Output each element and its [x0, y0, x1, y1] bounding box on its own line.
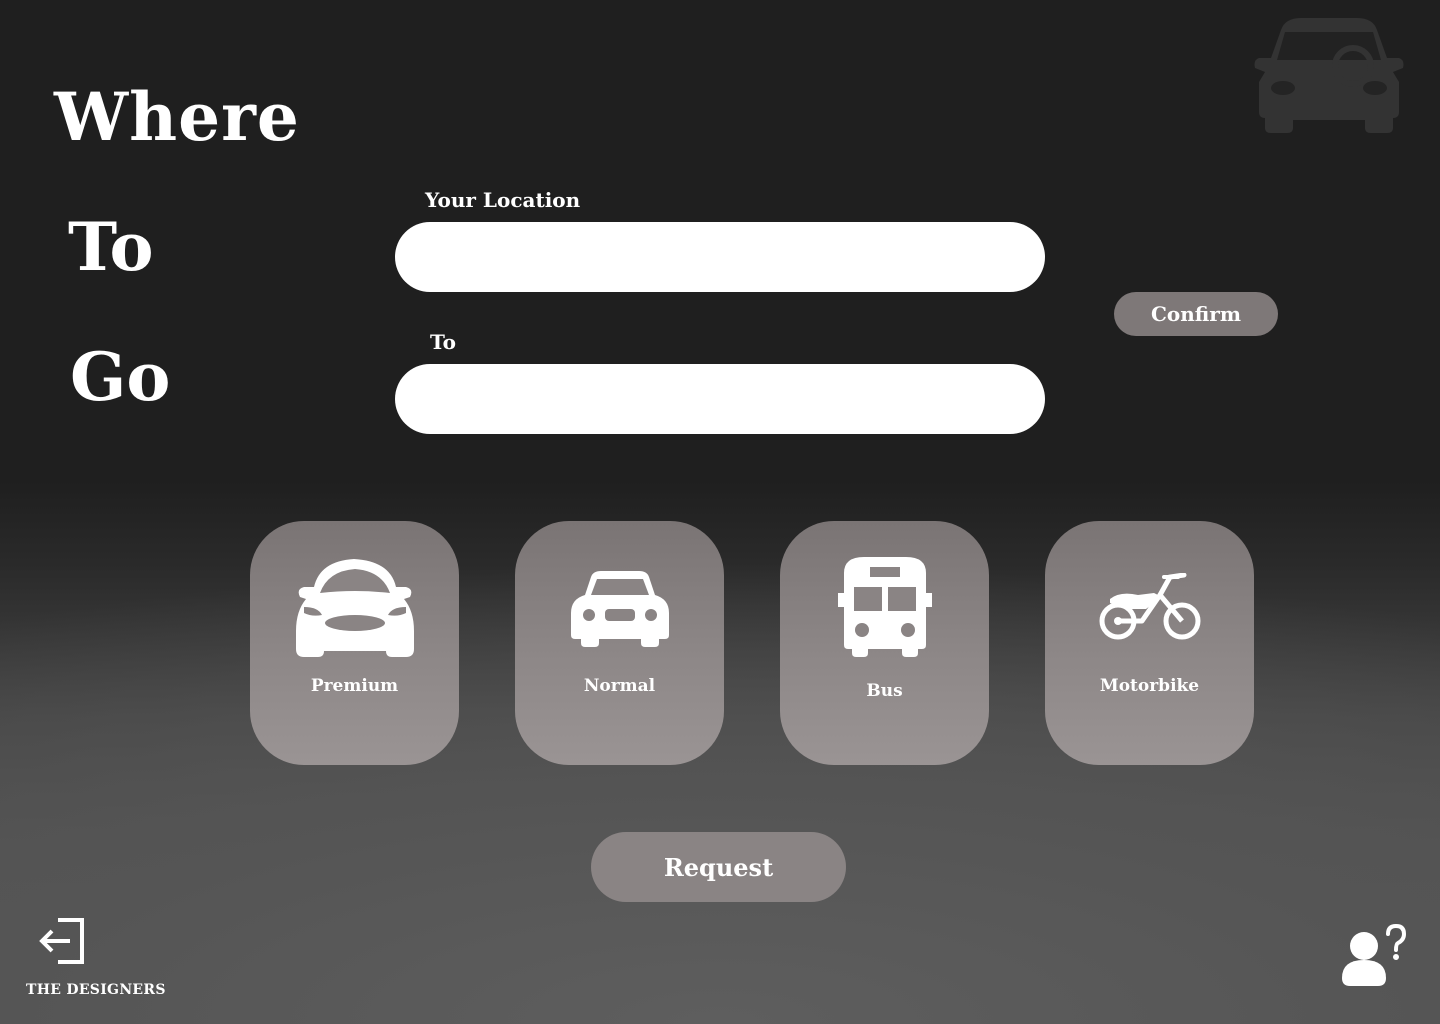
- confirm-button[interactable]: Confirm: [1114, 292, 1278, 336]
- vehicle-label-premium: Premium: [310, 676, 399, 696]
- premium-car-icon: [295, 559, 414, 657]
- exit-icon[interactable]: [36, 917, 86, 965]
- destination-input[interactable]: [395, 364, 1045, 434]
- motorbike-icon: [1099, 573, 1200, 640]
- car-icon: [570, 571, 669, 647]
- your-location-label: Your Location: [425, 188, 581, 212]
- brand-name: THE DESIGNERS: [26, 982, 166, 998]
- logo-car-icon: [1254, 18, 1404, 133]
- vehicle-card-motorbike[interactable]: Motorbike: [1045, 521, 1254, 765]
- hero-word-to: To: [68, 208, 154, 286]
- bus-icon: [837, 557, 932, 657]
- request-button[interactable]: Request: [591, 832, 846, 902]
- user-help-icon[interactable]: [1338, 924, 1408, 988]
- vehicle-card-premium[interactable]: Premium: [250, 521, 459, 765]
- hero-word-where: Where: [54, 78, 300, 156]
- vehicle-card-normal[interactable]: Normal: [515, 521, 724, 765]
- destination-label: To: [430, 330, 456, 354]
- vehicle-label-normal: Normal: [583, 676, 656, 696]
- vehicle-label-bus: Bus: [866, 681, 903, 701]
- hero-word-go: Go: [70, 338, 171, 416]
- your-location-input[interactable]: [395, 222, 1045, 292]
- vehicle-label-motorbike: Motorbike: [1099, 676, 1200, 696]
- vehicle-card-bus[interactable]: Bus: [780, 521, 989, 765]
